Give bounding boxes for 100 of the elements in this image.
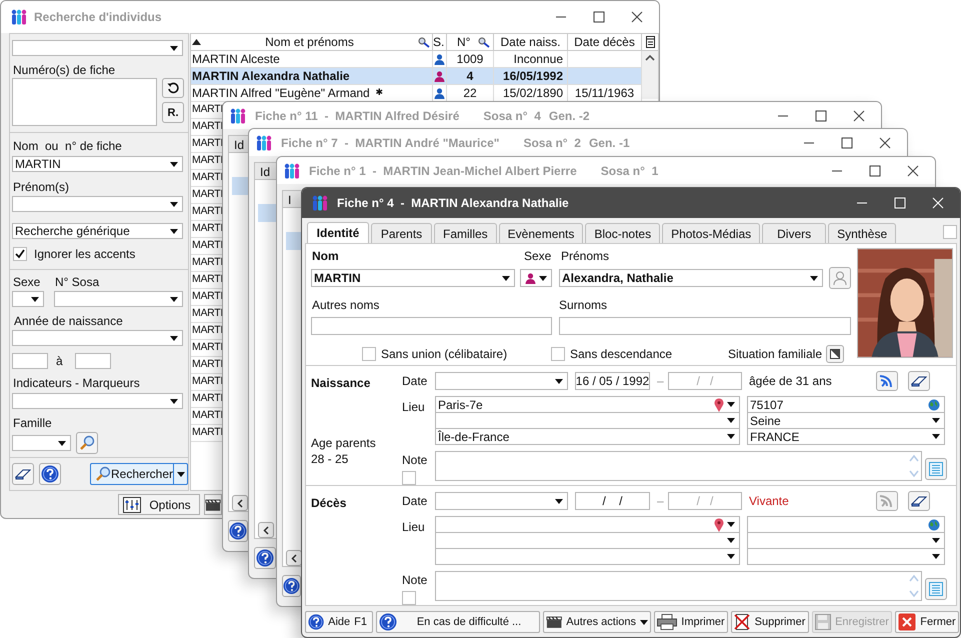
checkbox[interactable] (402, 591, 416, 605)
date-field[interactable]: / / (668, 492, 742, 510)
note-field[interactable] (435, 451, 922, 481)
help-button[interactable] (39, 463, 61, 485)
date-field[interactable]: / / (575, 492, 650, 510)
field-label: Sexe (524, 248, 552, 265)
nicknames-field[interactable] (559, 317, 851, 335)
person-button[interactable] (829, 267, 851, 289)
search-icon (79, 435, 95, 451)
scroll-left-button[interactable] (232, 495, 248, 511)
tab[interactable]: Parents (371, 223, 432, 243)
column-header[interactable]: Date décès (568, 34, 642, 50)
tab[interactable]: Synthèse (828, 223, 896, 243)
scrollbar[interactable] (642, 51, 658, 99)
maximize-icon[interactable] (593, 11, 605, 23)
tab[interactable]: Identité (307, 222, 369, 243)
tab[interactable]: Photos-Médias (662, 223, 760, 243)
family-situation-button[interactable] (826, 345, 844, 363)
maximize-icon[interactable] (815, 110, 827, 122)
country-field[interactable]: FRANCE (747, 429, 945, 445)
region-field[interactable] (435, 549, 740, 565)
department-field[interactable]: Seine (747, 413, 945, 429)
action-button[interactable]: Aide F1 (305, 611, 373, 633)
close-icon[interactable] (631, 11, 643, 23)
close-icon[interactable] (879, 136, 891, 148)
action-button[interactable]: Supprimer (731, 611, 809, 633)
scroll-left-button[interactable] (258, 522, 274, 538)
action-button[interactable]: Imprimer (654, 611, 728, 633)
notes-button[interactable] (925, 578, 947, 600)
reset-button[interactable]: R. (162, 102, 184, 123)
place-field[interactable]: Paris-7e (435, 396, 740, 413)
scroll-left-button[interactable] (286, 550, 302, 566)
sex-dropdown[interactable] (520, 269, 552, 287)
search-mode-dropdown[interactable]: Recherche générique (12, 223, 183, 239)
place-field[interactable] (435, 516, 740, 533)
checkbox[interactable] (402, 471, 416, 485)
tab[interactable]: I (282, 190, 301, 208)
action-button[interactable]: Fermer (895, 611, 959, 633)
voice-button[interactable] (876, 371, 898, 391)
help-button[interactable] (254, 547, 276, 569)
checkbox[interactable] (943, 225, 957, 239)
postcode-field[interactable] (747, 516, 945, 533)
department-field[interactable] (747, 533, 945, 549)
name-field[interactable]: MARTIN (311, 269, 515, 287)
firstname-field[interactable] (12, 196, 183, 212)
other-names-field[interactable] (311, 317, 552, 335)
year-from-field[interactable] (12, 353, 48, 369)
checkbox[interactable] (362, 347, 376, 361)
dropdown-field[interactable] (12, 40, 183, 56)
caret-icon (170, 296, 178, 302)
tab[interactable]: Familles (434, 223, 497, 243)
tab[interactable]: Id (228, 135, 248, 153)
country-field[interactable] (747, 549, 945, 565)
help-button[interactable] (228, 520, 248, 542)
column-header[interactable]: Date naiss. (494, 34, 568, 50)
clear-button[interactable] (12, 463, 34, 485)
table-row[interactable]: MARTIN Alexandra Nathalie 4 16/05/1992 (191, 68, 642, 85)
search-split-button[interactable]: Rechercher (90, 463, 188, 485)
clapper-button[interactable] (204, 494, 222, 515)
tab[interactable]: Bloc-notes (585, 223, 660, 243)
date-field[interactable]: / / (668, 372, 742, 390)
tab[interactable]: Evènements (498, 223, 584, 243)
close-icon[interactable] (907, 164, 919, 176)
eraser-button[interactable] (908, 491, 930, 511)
year-to-field[interactable] (75, 353, 111, 369)
firstnames-field[interactable]: Alexandra, Nathalie (559, 269, 823, 287)
field-label: Date (402, 493, 428, 510)
refresh-button[interactable] (162, 78, 184, 98)
checkbox[interactable] (13, 247, 27, 261)
postcode-field[interactable]: 75107 (747, 396, 945, 413)
options-button[interactable]: Options (118, 494, 200, 515)
checkbox[interactable] (551, 347, 565, 361)
note-field[interactable] (435, 571, 922, 601)
tab[interactable]: Id (254, 162, 276, 180)
tab[interactable]: Divers (762, 223, 826, 243)
caret-icon (727, 554, 735, 559)
place-field[interactable] (435, 533, 740, 549)
column-header[interactable]: Nom et prénoms (191, 34, 433, 50)
generation-label: Gen. -2 (548, 108, 590, 124)
name-field[interactable]: MARTIN (12, 156, 183, 172)
place-field[interactable] (435, 413, 740, 429)
sex-dropdown[interactable] (12, 291, 44, 307)
column-header[interactable]: N° (447, 34, 494, 50)
maximize-icon[interactable] (841, 136, 853, 148)
maximize-icon[interactable] (869, 164, 881, 176)
region-field[interactable]: Île-de-France (435, 429, 740, 445)
markers-dropdown[interactable] (12, 393, 183, 409)
search-button[interactable] (76, 432, 98, 454)
caret-icon (555, 498, 563, 504)
column-header[interactable]: S. (433, 34, 447, 50)
help-button[interactable] (282, 575, 301, 597)
family-dropdown[interactable] (12, 435, 71, 451)
eraser-button[interactable] (908, 371, 930, 391)
map-pin-icon (714, 398, 724, 412)
notes-button[interactable] (925, 458, 947, 480)
action-button[interactable]: Autres actions (543, 611, 651, 633)
action-button[interactable]: En cas de difficulté ... (376, 611, 540, 633)
close-icon[interactable] (853, 110, 865, 122)
date-field[interactable]: 16 / 05 / 1992 (575, 372, 650, 390)
number-list-field[interactable] (12, 78, 157, 126)
